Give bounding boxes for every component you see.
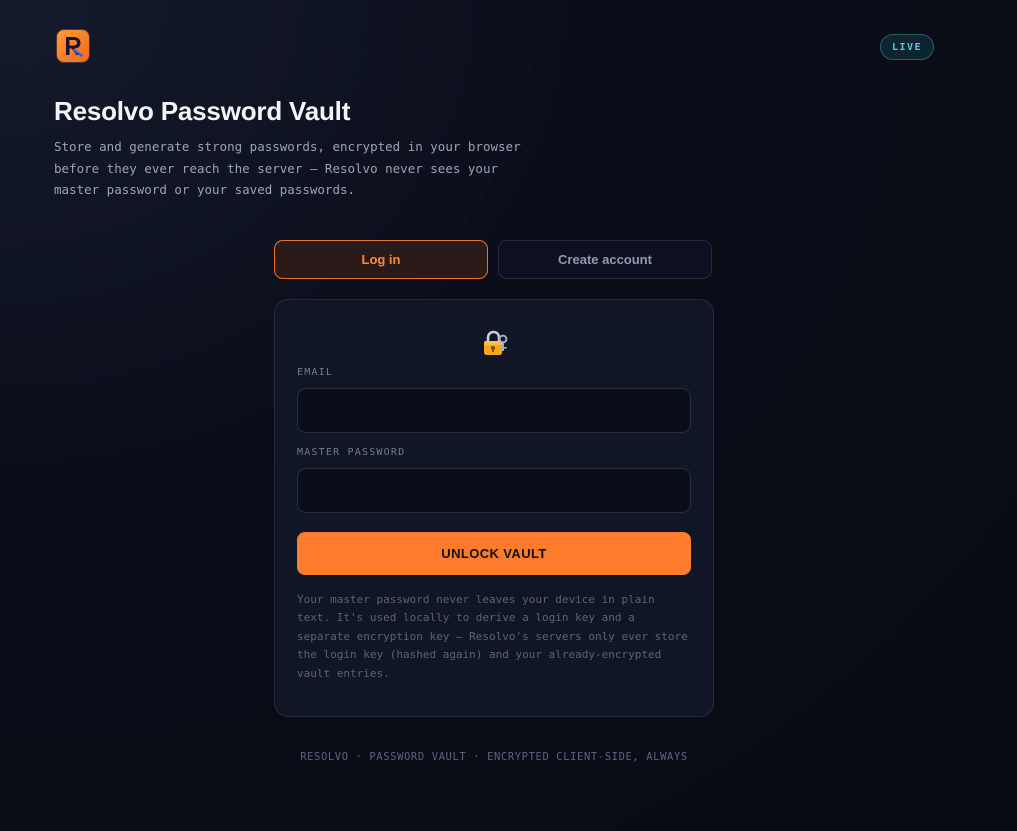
tab-create-account[interactable]: Create account bbox=[498, 240, 712, 279]
page-subtitle: Store and generate strong passwords, enc… bbox=[54, 139, 521, 197]
help-text: Your master password never leaves your d… bbox=[297, 593, 688, 680]
master-password-field[interactable] bbox=[297, 468, 691, 513]
master-password-label: MASTER PASSWORD bbox=[297, 447, 406, 458]
live-status-badge: LIVE bbox=[880, 34, 934, 60]
lock-icon bbox=[480, 328, 510, 358]
footer-text: RESOLVO · PASSWORD VAULT · ENCRYPTED CLI… bbox=[300, 751, 688, 763]
email-label: EMAIL bbox=[297, 367, 334, 378]
email-field[interactable] bbox=[297, 388, 691, 433]
page-title: Resolvo Password Vault bbox=[54, 96, 351, 126]
resolvo-logo-icon[interactable] bbox=[57, 30, 89, 62]
tab-log-in[interactable]: Log in bbox=[274, 240, 488, 279]
unlock-vault-button[interactable]: UNLOCK VAULT bbox=[297, 532, 691, 575]
login-card: EMAIL MASTER PASSWORD UNLOCK VAULT Your … bbox=[274, 299, 714, 717]
